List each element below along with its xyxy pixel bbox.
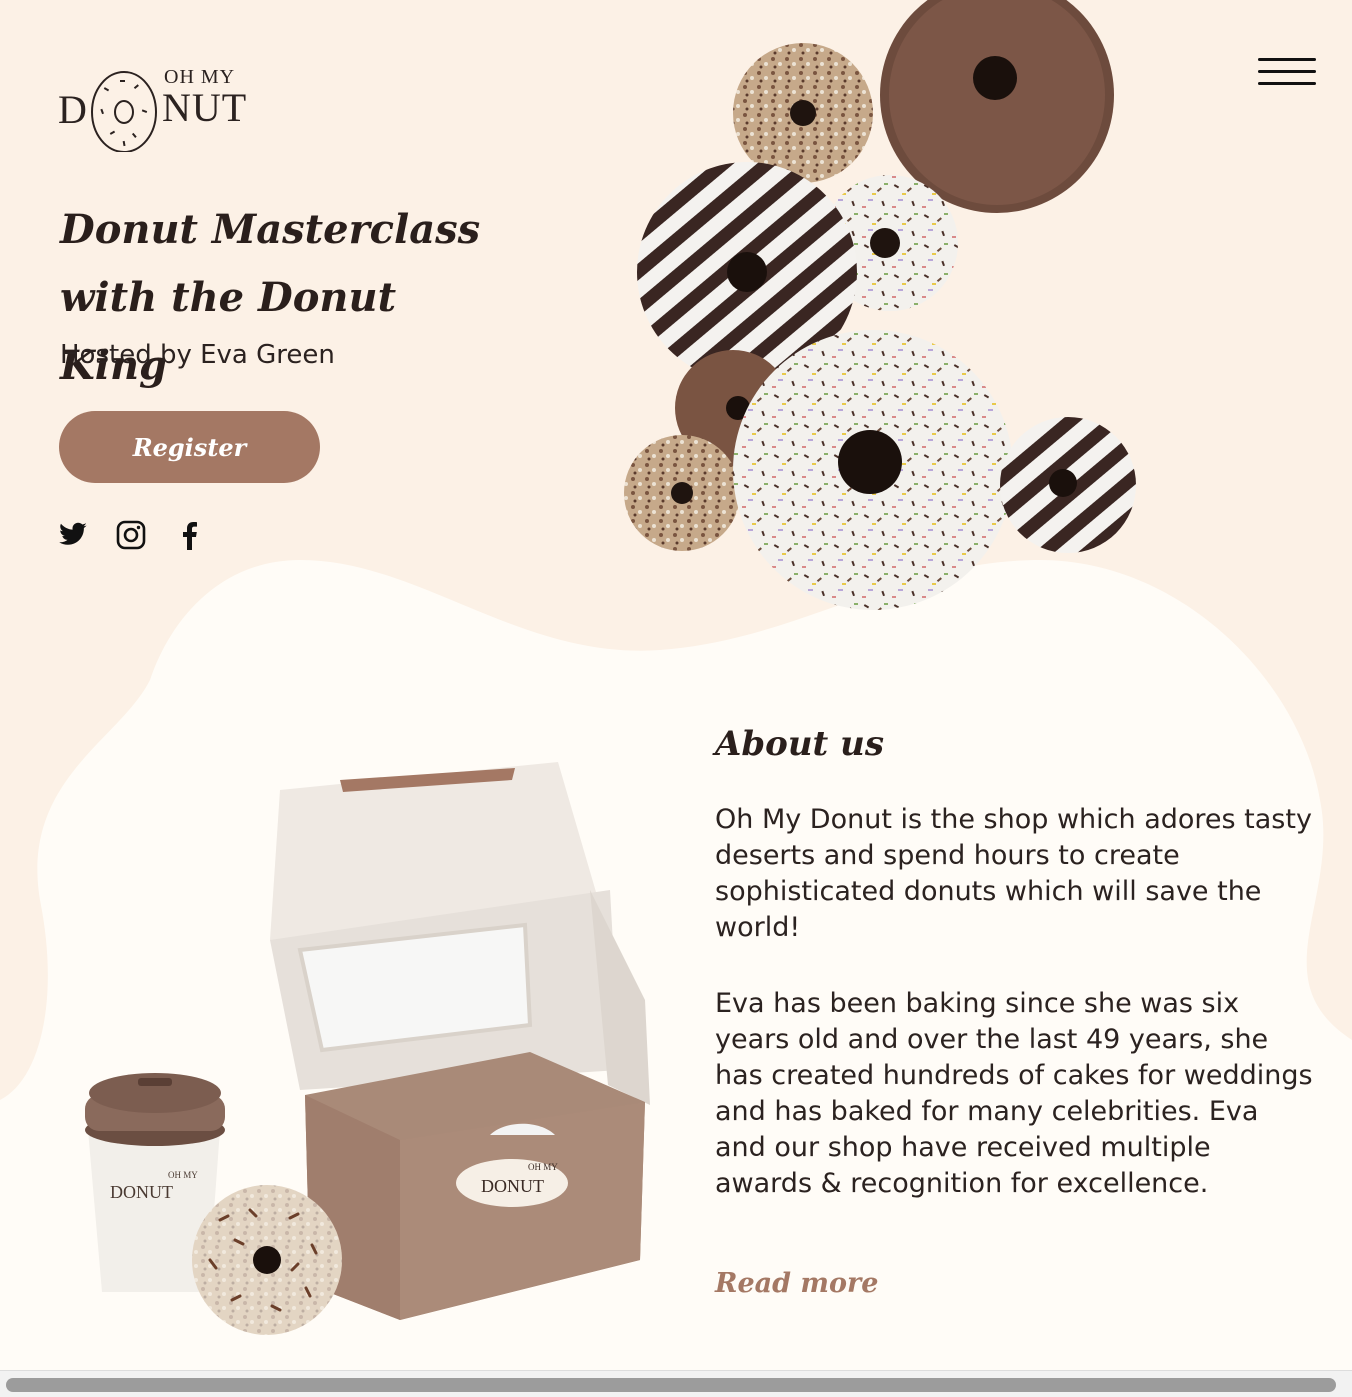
box-logo-text: DONUT [481, 1176, 544, 1196]
logo-d-letter: D [58, 87, 87, 132]
about-paragraph-1: Oh My Donut is the shop which adores tas… [715, 804, 1312, 943]
donut-box-product-image: DONUT OH MY DONUT OH MY [85, 762, 650, 1335]
register-button[interactable]: Register [59, 411, 320, 483]
logo-nut-text: NUT [162, 85, 248, 130]
cup-logo-top-text: OH MY [168, 1170, 198, 1180]
instagram-icon[interactable] [114, 518, 148, 552]
about-title: About us [715, 724, 884, 764]
hamburger-menu-icon[interactable] [1258, 58, 1316, 94]
read-more-link[interactable]: Read more [715, 1268, 878, 1299]
hero-donuts-image [624, 0, 1136, 610]
menu-line [1258, 70, 1316, 73]
brand-logo[interactable]: OH MY D NUT [58, 60, 246, 155]
menu-line [1258, 58, 1316, 61]
hero-host: Hosted by Eva Green [60, 340, 335, 370]
scrollbar-thumb[interactable] [6, 1378, 1336, 1392]
about-paragraph-2: Eva has been baking since she was six ye… [715, 988, 1313, 1199]
facebook-icon[interactable] [172, 518, 206, 552]
box-logo-top-text: OH MY [528, 1162, 558, 1172]
logo-donut-icon [91, 71, 157, 152]
twitter-icon[interactable] [56, 518, 90, 552]
menu-line [1258, 82, 1316, 85]
cup-logo-text: DONUT [110, 1182, 173, 1202]
horizontal-scrollbar[interactable] [0, 1370, 1352, 1397]
